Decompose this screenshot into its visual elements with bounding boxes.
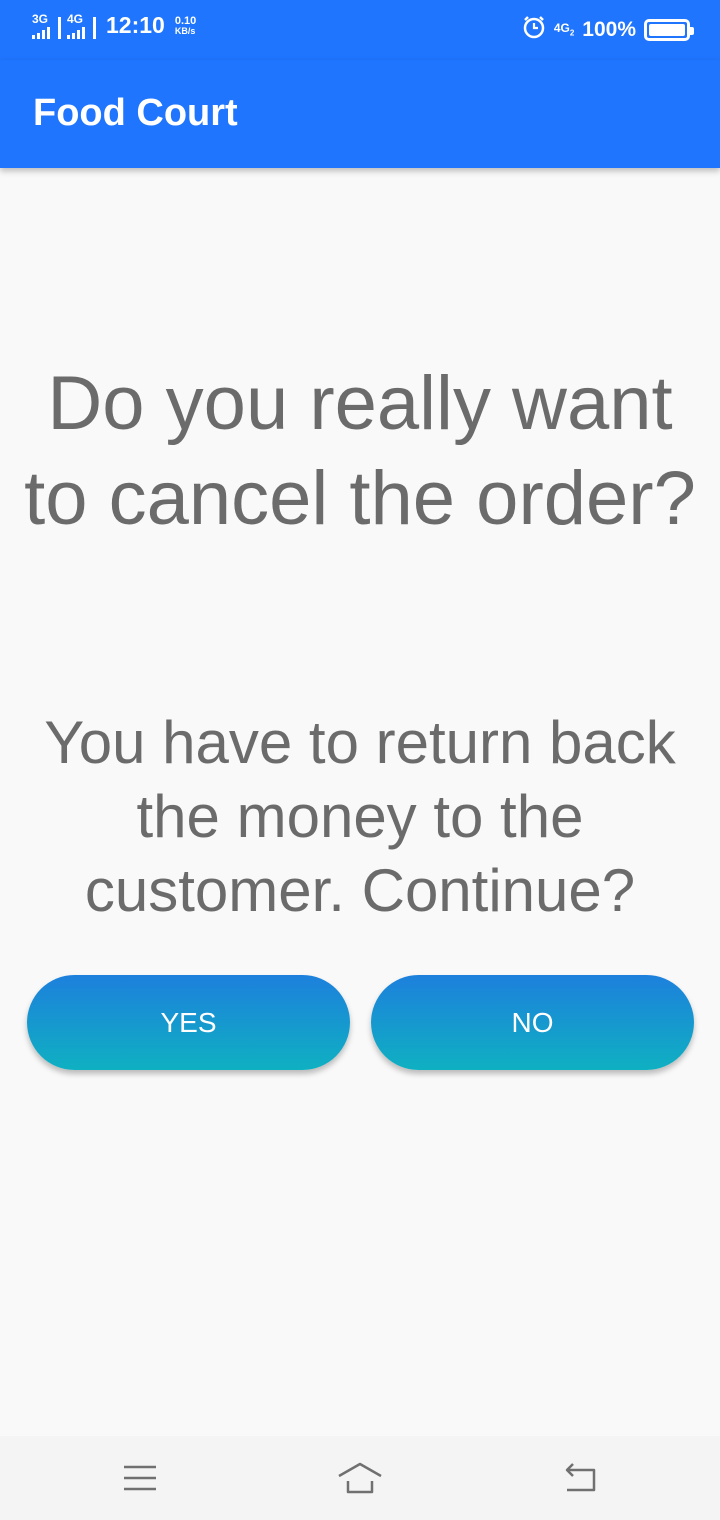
yes-button[interactable]: YES <box>27 975 350 1070</box>
no-button[interactable]: NO <box>371 975 694 1070</box>
cancel-question: Do you really want to cancel the order? <box>24 361 696 541</box>
home-icon[interactable] <box>336 1458 384 1498</box>
refund-message: You have to return back the money to the… <box>44 709 676 924</box>
sim2-label: 4G <box>67 11 84 26</box>
speed-unit: KB/s <box>174 25 196 36</box>
battery-icon <box>644 18 694 41</box>
status-right: 4G2 100% <box>522 15 694 44</box>
sim1-signal-icon: 3G <box>32 13 61 39</box>
navigation-bar <box>0 1436 720 1520</box>
cancel-order-dialog: Do you really want to cancel the order? … <box>0 168 720 1436</box>
app-title: Food Court <box>33 92 238 134</box>
menu-icon[interactable] <box>116 1458 164 1498</box>
network-label: 4G <box>553 21 570 36</box>
speed-value: 0.10 <box>174 14 197 27</box>
back-icon[interactable] <box>555 1458 603 1498</box>
status-left: 3G 4G 12:10 0.10 KB/s <box>32 12 196 39</box>
alarm-icon <box>522 15 546 44</box>
sim2-signal-icon: 4G <box>67 13 96 39</box>
network-speed: 0.10 KB/s <box>174 14 197 36</box>
network-sub-label: 2 <box>569 28 575 38</box>
app-bar: Food Court <box>0 60 720 168</box>
sim1-label: 3G <box>32 11 49 26</box>
status-bar: 3G 4G 12:10 0.10 KB/s 4G2 100% <box>0 0 720 60</box>
network-type-icon: 4G2 <box>554 21 574 37</box>
clock: 12:10 <box>106 12 165 38</box>
battery-percentage: 100% <box>582 17 636 41</box>
